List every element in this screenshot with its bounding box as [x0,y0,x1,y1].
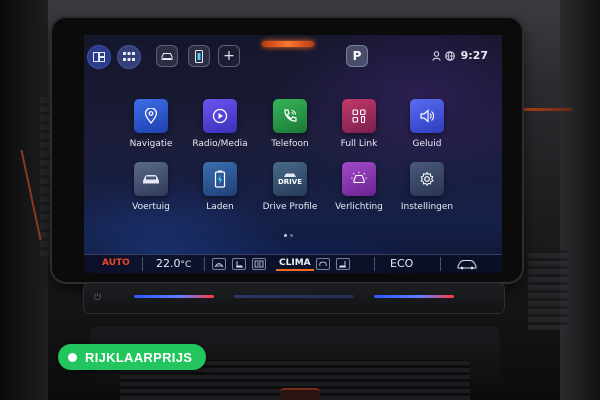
speaker-icon [420,109,434,123]
app-voertuig[interactable]: Voertuig [116,162,186,212]
phone-battery-shortcut-button[interactable] [188,45,210,67]
clock: 9:27 [460,49,488,62]
app-label: Navigatie [129,139,173,149]
notification-handle[interactable] [262,41,314,47]
home-button[interactable] [88,46,110,68]
app-full-link[interactable]: Full Link [324,99,394,149]
home-icon [93,52,105,62]
app-label: Geluid [412,139,442,149]
play-icon [212,108,228,124]
phone-icon [284,109,297,122]
app-tile [410,99,444,133]
seat-heat-icon [339,261,346,268]
car-icon [161,53,173,60]
recirculation-icon [319,261,327,267]
rear-defrost-icon [254,260,264,268]
app-geluid[interactable]: Geluid [392,99,462,149]
apps-button[interactable] [118,46,140,68]
map-pin-icon [144,108,158,124]
front-defrost-icon [214,263,224,268]
app-instellingen[interactable]: Instellingen [392,162,462,212]
full-link-icon [352,109,366,124]
divider [142,257,143,271]
right-cabin-panel [560,0,600,400]
climate-bar: AUTO 22.0°C CLIMA ECO [84,254,502,273]
app-tile [134,162,168,196]
app-drive-profile[interactable]: DRIVE Drive Profile [255,162,325,212]
right-air-vent [528,250,568,330]
page-dot [290,234,293,237]
park-assist-button[interactable]: P [346,45,368,67]
infotainment-screen: + P 9:27 Navigatie Radio/Media Telefoon … [84,35,502,273]
app-label: Drive Profile [262,202,318,212]
power-icon[interactable]: ⏻ [94,293,101,303]
car-status-icon[interactable] [456,258,478,270]
vehicle-shortcut-button[interactable] [156,45,178,67]
app-navigatie[interactable]: Navigatie [116,99,186,149]
app-tile [273,99,307,133]
app-verlichting[interactable]: Verlichting [324,162,394,212]
app-label: Telefoon [271,139,309,149]
app-tile [342,99,376,133]
user-icon [431,50,441,61]
gear-icon [420,171,434,187]
app-tile [342,162,376,196]
divider [374,257,375,271]
app-tile [203,162,237,196]
divider [440,257,441,271]
seat-heat-icon [236,261,243,268]
charging-icon [214,170,226,188]
status-indicators: 9:27 [431,49,488,62]
left-temperature-slider[interactable] [134,295,214,298]
climate-auto-button[interactable]: AUTO [102,258,130,268]
drive-tile-text: DRIVE [277,178,302,186]
phone-battery-icon [195,49,203,63]
app-label: Voertuig [132,202,170,212]
page-indicator [284,234,293,237]
car-icon [143,175,159,184]
app-label: Full Link [340,139,378,149]
air-recirculation-button[interactable] [316,258,330,270]
app-tile [134,99,168,133]
app-telefoon[interactable]: Telefoon [255,99,325,149]
app-label: Radio/Media [192,139,248,149]
climate-slider-strip: ⏻ [84,283,504,313]
globe-icon [444,50,455,61]
temperature-unit: °C [180,260,192,270]
clima-menu-button[interactable]: CLIMA [276,257,314,271]
temperature-value: 22.0 [156,257,181,270]
park-icon: P [352,49,362,63]
lighting-icon [351,171,367,184]
seat-heating-button[interactable] [232,258,246,270]
app-label: Instellingen [400,202,454,212]
hazard-switch [280,388,320,400]
car-interior-photo: + P 9:27 Navigatie Radio/Media Telefoon … [0,0,600,400]
temperature-readout[interactable]: 22.0°C [156,257,191,270]
badge-dot [68,352,77,362]
rear-defrost-button[interactable] [252,258,266,270]
add-shortcut-button[interactable]: + [218,45,240,67]
app-tile [203,99,237,133]
apps-grid-icon [123,52,135,61]
page-dot-active [284,234,287,237]
divider [204,257,205,271]
app-label: Laden [206,202,234,212]
seat-heating-right-button[interactable] [336,258,350,270]
app-tile: DRIVE [273,162,307,196]
app-radio-media[interactable]: Radio/Media [185,99,255,149]
app-tile [410,162,444,196]
right-temperature-slider[interactable] [374,295,454,298]
rijklaarprijs-badge: RIJKLAARPRIJS [58,344,207,370]
app-laden[interactable]: Laden [185,162,255,212]
volume-slider[interactable] [234,295,354,298]
app-label: Verlichting [335,202,383,212]
badge-label: RIJKLAARPRIJS [85,349,193,365]
front-defrost-button[interactable] [212,258,226,270]
add-icon: + [223,48,235,64]
eco-mode-button[interactable]: ECO [390,257,413,270]
